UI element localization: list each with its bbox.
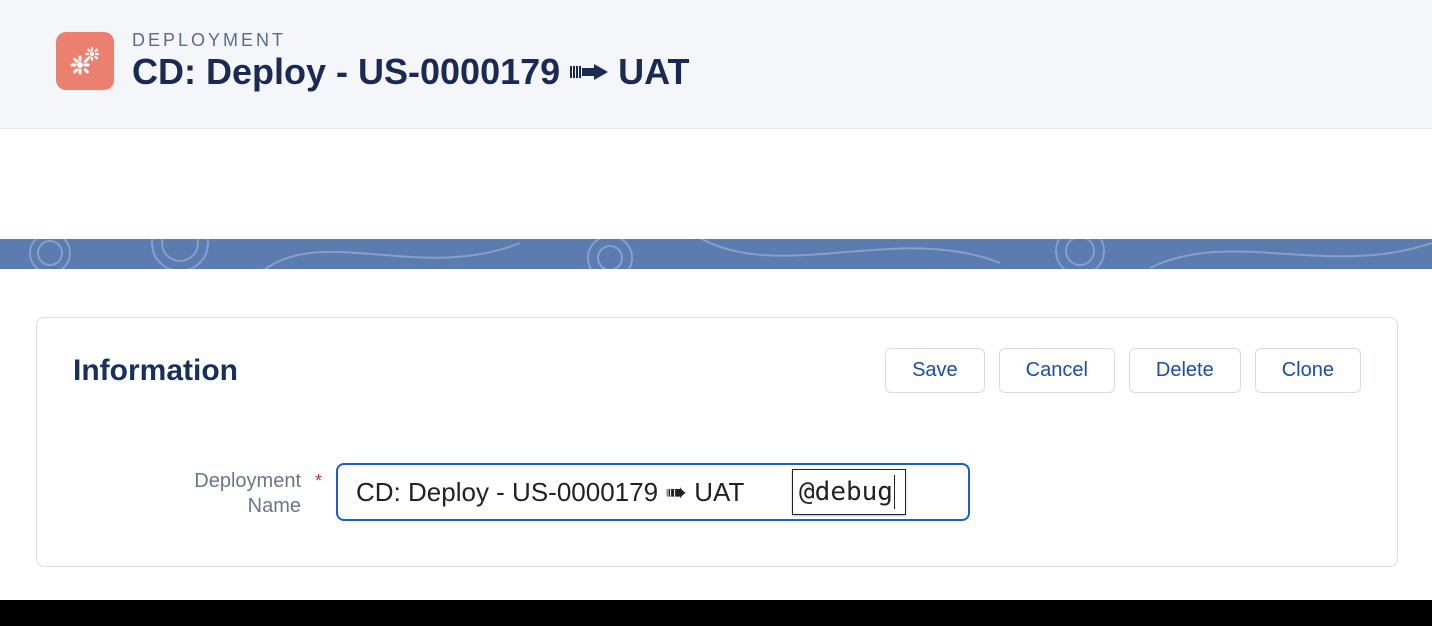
save-button[interactable]: Save — [885, 348, 985, 393]
clone-button[interactable]: Clone — [1255, 348, 1361, 393]
card-title: Information — [73, 354, 238, 388]
deployment-gears-icon — [56, 32, 114, 90]
information-card: Information Save Cancel Delete Clone Dep… — [36, 317, 1398, 567]
path-band — [0, 239, 1432, 269]
bottom-bar — [0, 600, 1432, 626]
spacer-strip — [0, 129, 1432, 239]
arrow-icon — [570, 62, 608, 82]
deployment-name-field: Deployment Name * @debug — [73, 463, 1361, 521]
text-caret — [894, 475, 896, 509]
required-indicator: * — [315, 463, 322, 492]
page-header: DEPLOYMENT CD: Deploy - US-0000179 — [0, 0, 1432, 129]
record-title-prefix: CD: Deploy - US-0000179 — [132, 51, 560, 92]
deployment-name-label: Deployment Name — [131, 463, 301, 519]
ime-overlay-text: @debug — [799, 477, 893, 507]
delete-button[interactable]: Delete — [1129, 348, 1241, 393]
ime-overlay: @debug — [792, 469, 906, 515]
card-actions: Save Cancel Delete Clone — [885, 348, 1361, 393]
record-type-label: DEPLOYMENT — [132, 30, 689, 51]
record-title: CD: Deploy - US-0000179 UAT — [132, 51, 689, 92]
cancel-button[interactable]: Cancel — [999, 348, 1115, 393]
record-title-suffix: UAT — [618, 51, 689, 92]
